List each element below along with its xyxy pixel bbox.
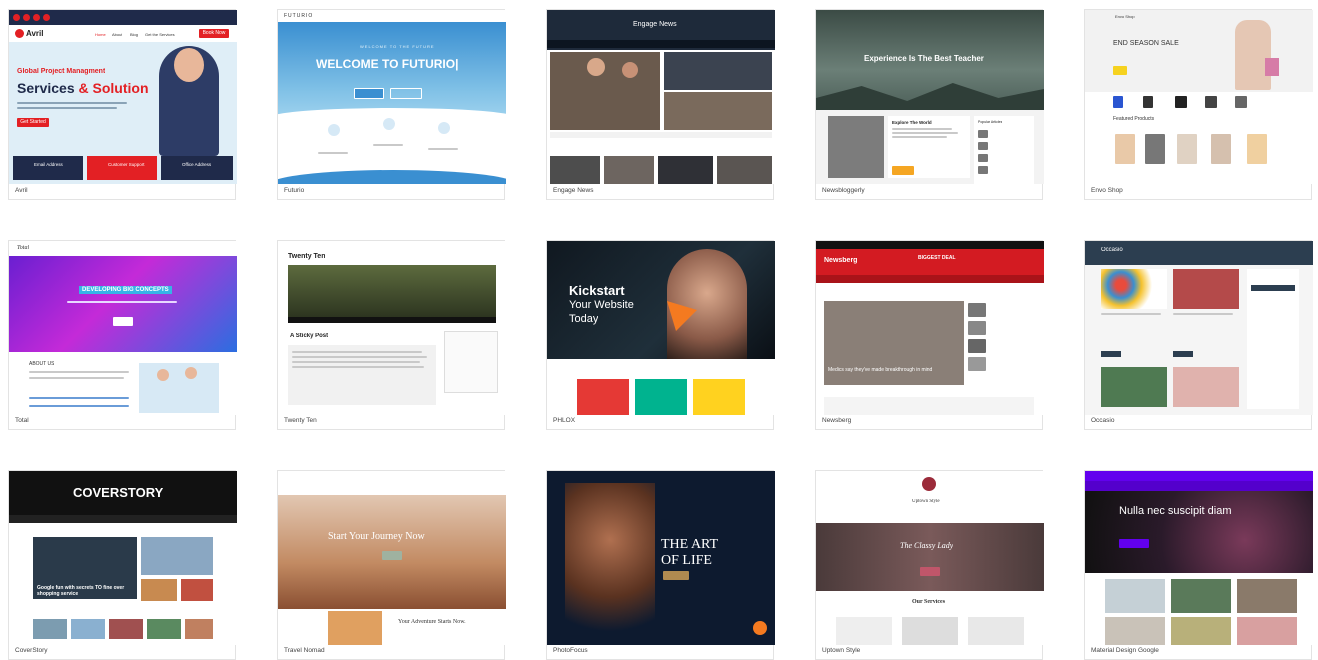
theme-name[interactable]: Uptown Style	[822, 643, 860, 659]
hero-title: Experience Is The Best Teacher	[864, 54, 984, 63]
theme-card-twenty-ten[interactable]: Twenty Ten A Sticky Post Twenty Ten	[277, 240, 506, 430]
theme-screenshot[interactable]: COVERSTORY Google fun with secrets TO fi…	[9, 471, 237, 645]
nav-item: Get the Services	[145, 32, 175, 37]
theme-screenshot[interactable]: Avril Home About Blog Get the Services B…	[9, 10, 237, 184]
nav-item: About	[112, 32, 123, 37]
hero-title: Kickstart	[569, 283, 625, 298]
theme-card-newsbloggerly[interactable]: Experience Is The Best Teacher Explore T…	[815, 9, 1044, 200]
theme-card-total[interactable]: Total DEVELOPING BIG CONCEPTS ABOUT US T…	[8, 240, 237, 430]
get-started-button: Get Started	[17, 118, 49, 127]
site-logo: Engage News	[633, 21, 677, 28]
theme-name[interactable]: PhotoFocus	[553, 643, 588, 659]
theme-screenshot[interactable]: Kickstart Your Website Today	[547, 241, 775, 415]
theme-card-engage-news[interactable]: Engage News Engage News	[546, 9, 775, 200]
theme-card-photofocus[interactable]: THE ART OF LIFE PhotoFocus	[546, 470, 775, 660]
headline: Medics say they've made breakthrough in …	[828, 367, 933, 373]
hero-title: DEVELOPING BIG CONCEPTS	[79, 286, 172, 294]
hero-model-image	[565, 483, 655, 645]
theme-grid: Avril Home About Blog Get the Services B…	[0, 0, 1318, 660]
hero-title: WELCOME TO FUTURIO|	[316, 57, 459, 71]
theme-name[interactable]: Avril	[15, 183, 28, 199]
theme-card-material-design-google[interactable]: Nulla nec suscipit diam Material Design …	[1084, 470, 1313, 660]
theme-name[interactable]: PHLOX	[553, 413, 575, 429]
hero-subtitle: Global Project Managment	[17, 68, 106, 75]
sale-banner: END SEASON SALE	[1113, 40, 1179, 47]
theme-screenshot[interactable]: Newsberg BIGGEST DEAL Medics say they've…	[816, 241, 1044, 415]
hero-title: The Classy Lady	[900, 541, 954, 550]
hero-model-image	[1235, 20, 1271, 90]
hero-title: THE ART	[661, 537, 719, 552]
theme-name[interactable]: Occasio	[1091, 413, 1114, 429]
theme-card-phlox[interactable]: Kickstart Your Website Today PHLOX	[546, 240, 775, 430]
theme-screenshot[interactable]: FUTURIO WELCOME TO THE FUTURE WELCOME TO…	[278, 10, 506, 184]
theme-screenshot[interactable]: Twenty Ten A Sticky Post	[278, 241, 506, 415]
theme-name[interactable]: CoverStory	[15, 643, 48, 659]
theme-name[interactable]: Futurio	[284, 183, 304, 199]
theme-card-occasio[interactable]: Occasio Occasio	[1084, 240, 1313, 430]
theme-screenshot[interactable]: Experience Is The Best Teacher Explore T…	[816, 10, 1044, 184]
hero-model-image	[667, 249, 747, 359]
site-logo: Occasio	[1101, 247, 1123, 253]
theme-screenshot[interactable]: Envo Shop END SEASON SALE Featured Produ…	[1085, 10, 1313, 184]
theme-card-newsberg[interactable]: Newsberg BIGGEST DEAL Medics say they've…	[815, 240, 1044, 430]
hero-title: Start Your Journey Now	[328, 531, 425, 542]
nav-item: Blog	[130, 32, 139, 37]
theme-name[interactable]: Travel Nomad	[284, 643, 325, 659]
theme-name[interactable]: Newsbloggerly	[822, 183, 865, 199]
theme-name[interactable]: Newsberg	[822, 413, 851, 429]
book-now-button: Book Now	[199, 29, 229, 38]
theme-screenshot[interactable]: Occasio	[1085, 241, 1313, 415]
theme-screenshot[interactable]: THE ART OF LIFE	[547, 471, 775, 645]
theme-card-envo-shop[interactable]: Envo Shop END SEASON SALE Featured Produ…	[1084, 9, 1313, 200]
theme-name[interactable]: Material Design Google	[1091, 643, 1159, 659]
site-logo: Uptown Style	[912, 499, 940, 504]
theme-screenshot[interactable]: Engage News	[547, 10, 775, 184]
site-logo: Twenty Ten	[288, 253, 326, 260]
theme-card-travel-nomad[interactable]: Start Your Journey Now Your Adventure St…	[277, 470, 506, 660]
site-logo: FUTURIO	[284, 13, 314, 19]
nav-item: Home	[95, 32, 106, 37]
theme-name[interactable]: Envo Shop	[1091, 183, 1123, 199]
theme-card-avril[interactable]: Avril Home About Blog Get the Services B…	[8, 9, 237, 200]
theme-screenshot[interactable]: Nulla nec suscipit diam	[1085, 471, 1313, 645]
site-logo: COVERSTORY	[73, 485, 164, 500]
theme-card-futurio[interactable]: FUTURIO WELCOME TO THE FUTURE WELCOME TO…	[277, 9, 506, 200]
theme-name[interactable]: Engage News	[553, 183, 593, 199]
theme-screenshot[interactable]: Uptown Style The Classy Lady Our Service…	[816, 471, 1044, 645]
headline: Google fun with secrets TO fine over sho…	[37, 585, 125, 597]
site-logo: Newsberg	[824, 257, 858, 264]
theme-screenshot[interactable]: Start Your Journey Now Your Adventure St…	[278, 471, 506, 645]
hero-title: Nulla nec suscipit diam	[1119, 505, 1232, 517]
theme-name[interactable]: Twenty Ten	[284, 413, 317, 429]
hero-title: Services & Solution	[17, 80, 149, 96]
post-title: A Sticky Post	[290, 333, 329, 339]
theme-card-uptown-style[interactable]: Uptown Style The Classy Lady Our Service…	[815, 470, 1044, 660]
theme-name[interactable]: Total	[15, 413, 29, 429]
site-logo: Avril	[26, 29, 44, 38]
theme-screenshot[interactable]: Total DEVELOPING BIG CONCEPTS ABOUT US	[9, 241, 237, 415]
theme-card-coverstory[interactable]: COVERSTORY Google fun with secrets TO fi…	[8, 470, 237, 660]
site-logo: Total	[17, 245, 30, 251]
